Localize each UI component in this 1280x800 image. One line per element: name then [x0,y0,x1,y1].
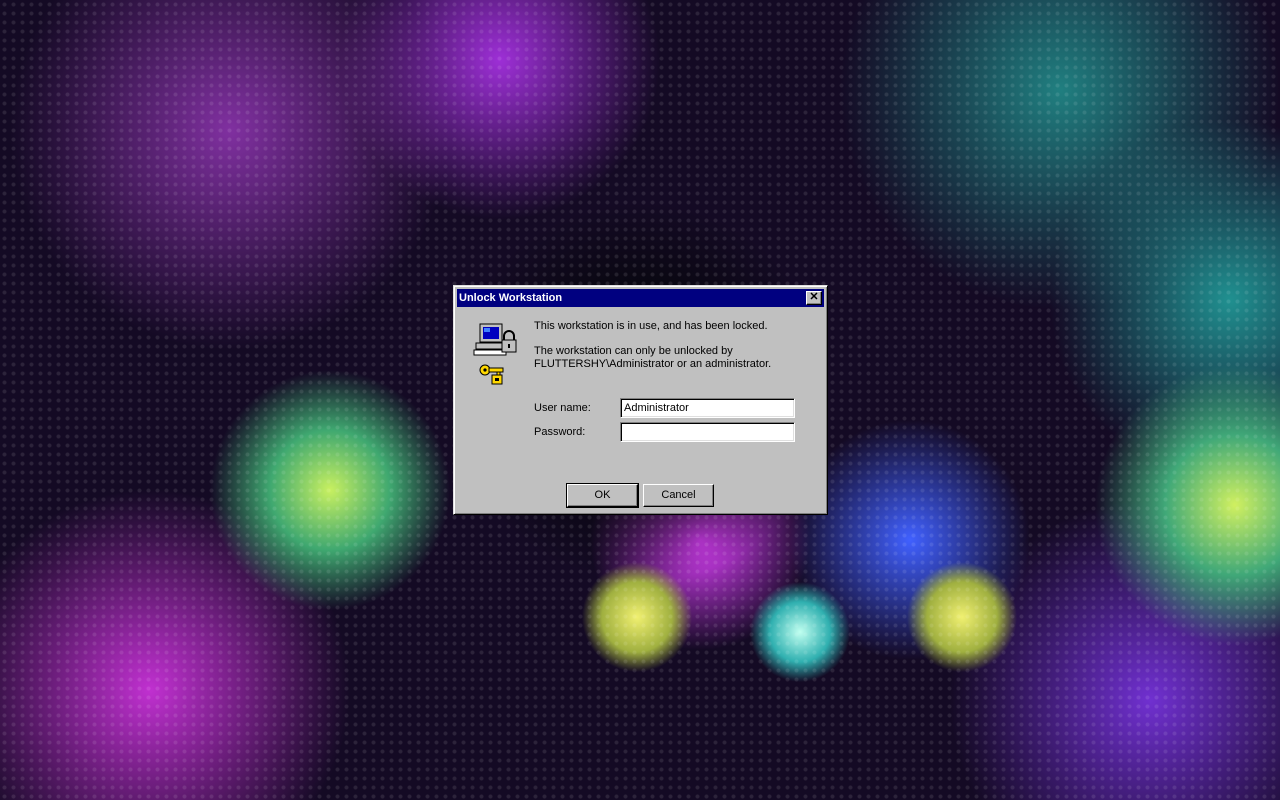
password-label: Password: [534,426,586,438]
ok-button[interactable]: OK [566,483,639,508]
unlock-workstation-dialog: Unlock Workstation ✕ This workstation is… [453,285,828,515]
computer-lock-key-icon [472,322,520,394]
dialog-title: Unlock Workstation [459,292,563,304]
unlock-permission-message-line2: FLUTTERSHY\Administrator or an administr… [534,358,772,370]
close-button[interactable]: ✕ [806,291,822,305]
title-bar[interactable]: Unlock Workstation ✕ [457,289,824,307]
password-input[interactable] [620,422,795,442]
desktop-wallpaper: Unlock Workstation ✕ This workstation is… [0,0,1280,800]
cancel-button[interactable]: Cancel [643,484,714,507]
locked-message: This workstation is in use, and has been… [534,320,768,332]
close-icon: ✕ [809,291,819,303]
username-input[interactable] [620,398,795,418]
unlock-permission-message-line1: The workstation can only be unlocked by [534,345,733,357]
username-label: User name: [534,402,591,414]
